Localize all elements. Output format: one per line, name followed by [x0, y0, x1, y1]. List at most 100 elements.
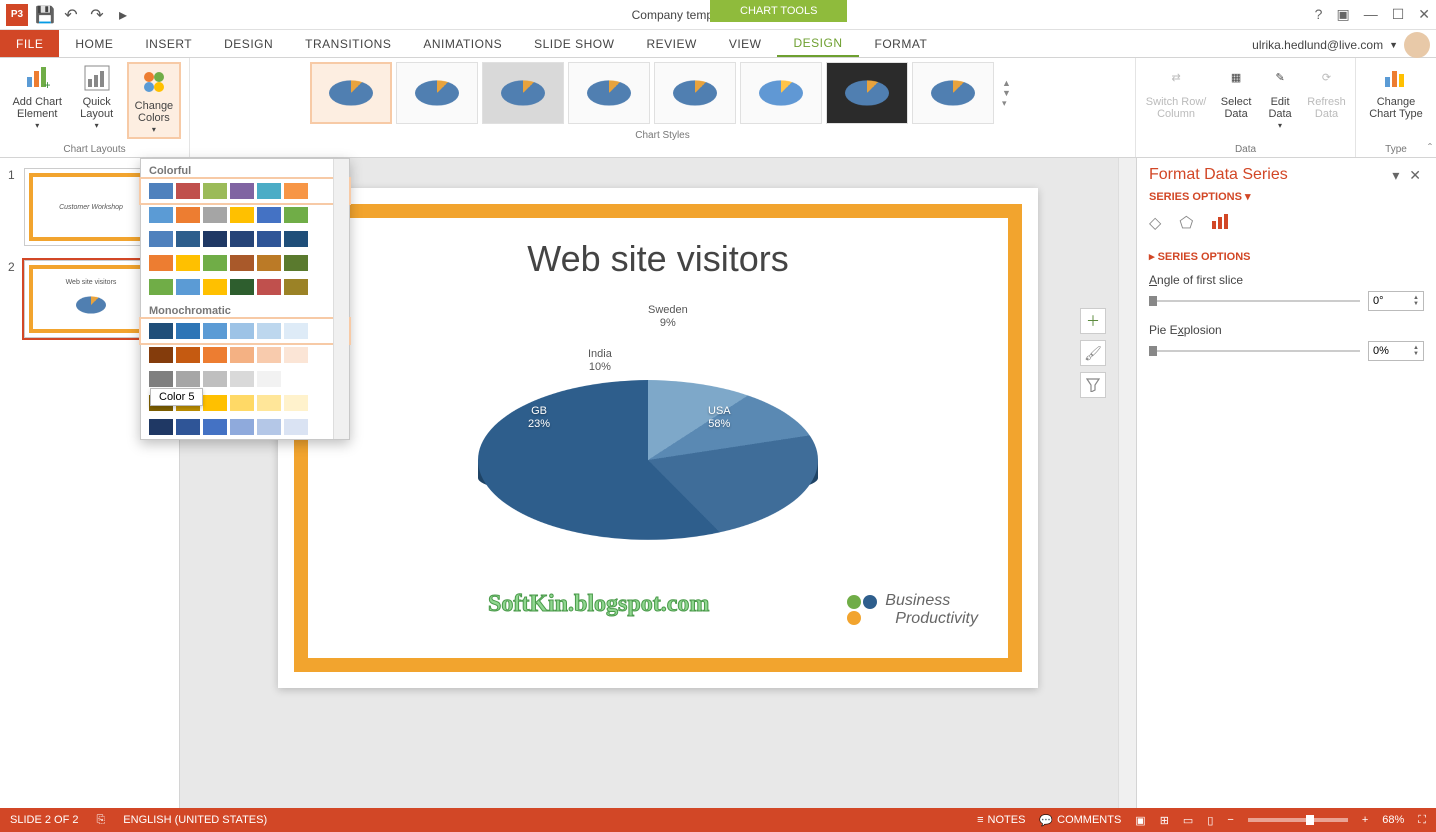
format-pane-subtitle[interactable]: SERIES OPTIONS ▾	[1149, 190, 1424, 203]
slide-sorter-icon[interactable]: ⊞	[1160, 814, 1169, 827]
color-swatch[interactable]	[257, 183, 281, 199]
slide-title[interactable]: Web site visitors	[527, 238, 788, 280]
fill-line-icon[interactable]: ◇	[1149, 213, 1161, 236]
explosion-input[interactable]: 0%▲▼	[1368, 341, 1424, 361]
color-swatch[interactable]	[230, 419, 254, 435]
effects-icon[interactable]: ⬠	[1179, 213, 1193, 236]
color-swatch[interactable]	[149, 255, 173, 271]
chart-style-8[interactable]	[912, 62, 994, 124]
color-swatch[interactable]	[149, 419, 173, 435]
slideshow-view-icon[interactable]: ▯	[1207, 814, 1213, 827]
redo-icon[interactable]: ↷	[88, 6, 106, 24]
slide-canvas[interactable]: Web site visitors Sweden9% India10% GB23…	[278, 188, 1038, 688]
color-swatch[interactable]	[149, 207, 173, 223]
color-swatch[interactable]	[284, 371, 308, 387]
user-avatar[interactable]	[1404, 32, 1430, 58]
color-swatch[interactable]	[284, 279, 308, 295]
slide-thumbnail-2[interactable]: Web site visitors	[24, 260, 158, 338]
canvas-scrollbar[interactable]	[1118, 158, 1136, 808]
color-swatch[interactable]	[257, 207, 281, 223]
tab-home[interactable]: HOME	[59, 30, 129, 57]
color-swatch[interactable]	[203, 231, 227, 247]
color-swatch[interactable]	[284, 255, 308, 271]
color-swatch[interactable]	[257, 279, 281, 295]
maximize-icon[interactable]: ☐	[1392, 6, 1405, 23]
notes-button[interactable]: ≡ NOTES	[977, 814, 1025, 826]
select-data-button[interactable]: ▦ Select Data	[1218, 62, 1254, 131]
change-colors-button[interactable]: Change Colors▾	[127, 62, 181, 139]
series-options-section[interactable]: ▸ SERIES OPTIONS	[1149, 250, 1424, 263]
fit-to-window-icon[interactable]: ⛶	[1418, 814, 1426, 827]
color-swatch[interactable]	[176, 371, 200, 387]
dropdown-scrollbar[interactable]	[333, 159, 349, 439]
tab-slideshow[interactable]: SLIDE SHOW	[518, 30, 630, 57]
color-swatch[interactable]	[149, 183, 173, 199]
color-swatch[interactable]	[257, 231, 281, 247]
chart-filters-button[interactable]	[1080, 372, 1106, 398]
color-swatch[interactable]	[203, 371, 227, 387]
start-from-beginning-icon[interactable]: ▸	[114, 6, 132, 24]
color-swatch[interactable]	[284, 231, 308, 247]
user-name[interactable]: ulrika.hedlund@live.com	[1252, 38, 1383, 52]
chart-style-5[interactable]	[654, 62, 736, 124]
change-chart-type-button[interactable]: Change Chart Type	[1364, 62, 1428, 120]
spell-check-icon[interactable]: ⎘	[96, 814, 105, 827]
angle-input[interactable]: 0°▲▼	[1368, 291, 1424, 311]
color-swatch[interactable]	[230, 395, 254, 411]
color-swatch[interactable]	[230, 323, 254, 339]
styles-scroll-up[interactable]: ▲	[1002, 78, 1011, 88]
color-swatch[interactable]	[230, 183, 254, 199]
chart-styles-button[interactable]: 🖌	[1080, 340, 1106, 366]
zoom-in-icon[interactable]: +	[1362, 814, 1368, 826]
styles-more[interactable]: ▾	[1002, 98, 1011, 109]
comments-button[interactable]: 💬 COMMENTS	[1039, 814, 1121, 827]
color-swatch[interactable]	[176, 255, 200, 271]
color-swatch[interactable]	[176, 347, 200, 363]
save-icon[interactable]: 💾	[36, 6, 54, 24]
zoom-slider[interactable]	[1248, 818, 1348, 822]
color-swatch[interactable]	[257, 395, 281, 411]
color-swatch[interactable]	[176, 231, 200, 247]
tab-transitions[interactable]: TRANSITIONS	[289, 30, 407, 57]
tab-insert[interactable]: INSERT	[129, 30, 208, 57]
color-swatch[interactable]	[230, 255, 254, 271]
reading-view-icon[interactable]: ▭	[1183, 814, 1193, 827]
color-swatch[interactable]	[230, 207, 254, 223]
quick-layout-button[interactable]: Quick Layout▾	[76, 62, 116, 139]
tab-review[interactable]: REVIEW	[630, 30, 712, 57]
color-swatch[interactable]	[284, 395, 308, 411]
series-options-icon[interactable]	[1211, 213, 1229, 236]
color-swatch[interactable]	[230, 371, 254, 387]
color-swatch[interactable]	[284, 419, 308, 435]
color-swatch[interactable]	[176, 207, 200, 223]
color-swatch[interactable]	[149, 279, 173, 295]
color-swatch[interactable]	[230, 231, 254, 247]
tab-file[interactable]: FILE	[0, 30, 59, 57]
tab-chart-format[interactable]: FORMAT	[859, 30, 944, 57]
angle-slider[interactable]	[1149, 294, 1360, 308]
color-swatch[interactable]	[257, 323, 281, 339]
color-swatch[interactable]	[257, 255, 281, 271]
color-swatch[interactable]	[149, 347, 173, 363]
close-icon[interactable]: ✕	[1418, 6, 1430, 23]
color-swatch[interactable]	[203, 347, 227, 363]
chevron-down-icon[interactable]: ▼	[1389, 40, 1398, 50]
pie-chart[interactable]: Sweden9% India10% GB23% USA58%	[468, 300, 848, 560]
color-swatch[interactable]	[230, 347, 254, 363]
zoom-value[interactable]: 68%	[1382, 814, 1404, 826]
chart-style-2[interactable]	[396, 62, 478, 124]
color-swatch[interactable]	[257, 419, 281, 435]
chart-style-1[interactable]	[310, 62, 392, 124]
format-pane-options-icon[interactable]: ▾	[1392, 167, 1402, 183]
color-swatch[interactable]	[149, 323, 173, 339]
styles-scroll-down[interactable]: ▼	[1002, 88, 1011, 98]
color-swatch[interactable]	[203, 419, 227, 435]
color-swatch[interactable]	[176, 323, 200, 339]
color-swatch[interactable]	[230, 279, 254, 295]
color-swatch[interactable]	[149, 231, 173, 247]
tab-design[interactable]: DESIGN	[208, 30, 289, 57]
color-swatch[interactable]	[284, 183, 308, 199]
color-swatch[interactable]	[176, 183, 200, 199]
tab-chart-design[interactable]: DESIGN	[777, 30, 858, 57]
color-swatch[interactable]	[203, 395, 227, 411]
